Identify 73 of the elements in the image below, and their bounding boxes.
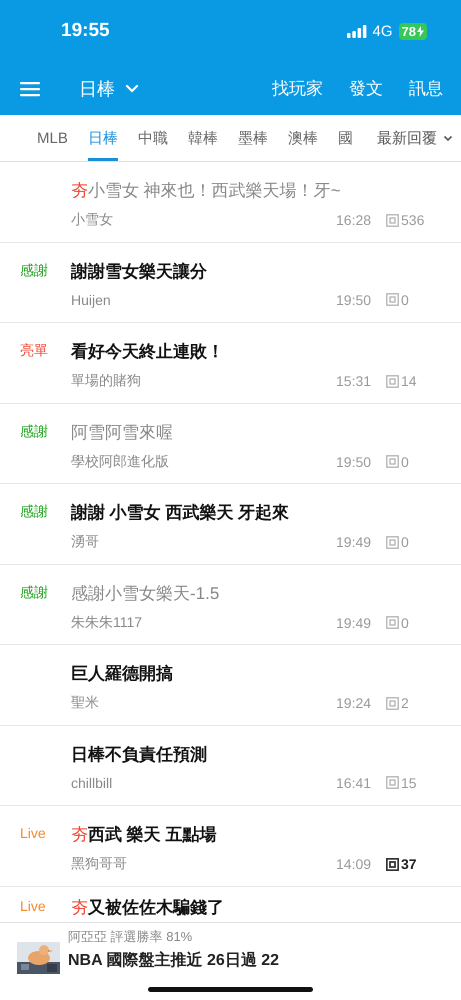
post-time: 16:41: [336, 774, 372, 790]
board-selector[interactable]: 日棒: [79, 76, 139, 100]
chevron-icon: [125, 84, 139, 93]
post-author: Huijen: [71, 292, 112, 308]
reply-count: 0: [401, 614, 409, 630]
nav-link[interactable]: 發文: [349, 77, 383, 100]
reply-icon: [386, 696, 399, 710]
post-author: 朱朱朱1117: [71, 614, 144, 632]
league-tab[interactable]: 韓棒: [188, 115, 218, 161]
post-tag: Live: [20, 825, 46, 841]
post-author: 小雪女: [71, 211, 114, 229]
post-title[interactable]: 阿雪阿雪來喔: [71, 420, 441, 444]
battery-indicator: 78: [398, 22, 427, 40]
network-label: 4G: [372, 22, 393, 40]
signal-icon: [346, 24, 367, 38]
league-tab[interactable]: 澳棒: [288, 115, 318, 161]
reply-count: 0: [401, 534, 409, 550]
chevron-icon: [443, 134, 453, 142]
post-tag: 亮單: [20, 342, 48, 360]
post-tag: Live: [20, 898, 46, 914]
reply-icon: [386, 374, 399, 388]
post-time: 19:49: [336, 614, 372, 630]
league-tab[interactable]: 國: [338, 115, 353, 161]
post-time: 19:50: [336, 454, 372, 470]
league-tab[interactable]: 中職: [138, 115, 168, 161]
reply-icon: [386, 293, 399, 306]
promo-title: NBA 國際盤主推近 26日過 22: [68, 950, 279, 970]
post-title[interactable]: 夯又被佐佐木騙錢了: [71, 896, 441, 918]
post-title[interactable]: 夯西武 樂天 五點場: [71, 823, 441, 846]
promo-subtitle: 阿亞亞 評選勝率 81%: [68, 928, 194, 946]
reply-icon: [386, 776, 399, 789]
reply-icon: [386, 455, 399, 468]
post-author: 黑狗哥哥: [71, 855, 128, 873]
reply-count: 2: [401, 695, 409, 711]
post-title[interactable]: 感謝小雪女樂天-1.5: [71, 582, 441, 604]
post-author: 湧哥: [71, 533, 100, 551]
reply-count: 0: [401, 292, 409, 308]
post-time: 19:24: [336, 695, 372, 711]
reply-count: 0: [401, 454, 409, 470]
post-author: chillbill: [71, 774, 114, 790]
post-title[interactable]: 謝謝 小雪女 西武樂天 牙起來: [71, 501, 441, 524]
post-author: 單場的賭狗: [71, 372, 142, 390]
post-tag: 感謝: [20, 584, 48, 602]
reply-count: 15: [401, 774, 417, 790]
reply-count: 37: [401, 856, 417, 872]
post-title[interactable]: 日棒不負責任預測: [71, 742, 441, 766]
league-tab[interactable]: 墨棒: [238, 115, 268, 161]
post-time: 19:49: [336, 534, 372, 550]
status-time: 19:55: [61, 20, 110, 42]
post-author: 學校阿郎進化版: [71, 452, 170, 470]
post-time: 14:09: [336, 856, 372, 872]
reply-icon: [386, 536, 399, 548]
nav-link[interactable]: 找玩家: [272, 77, 323, 100]
reply-icon: [386, 616, 399, 629]
reply-count: 536: [401, 212, 424, 228]
post-title[interactable]: 謝謝雪女樂天讓分: [71, 260, 441, 282]
league-tab[interactable]: 日棒: [88, 115, 118, 161]
post-title[interactable]: 夯小雪女 神來也！西武樂天場！牙~: [71, 179, 441, 202]
post-tag: 感謝: [20, 262, 48, 280]
post-tag: 感謝: [20, 503, 48, 521]
post-author: 聖米: [71, 694, 100, 712]
reply-icon: [386, 858, 399, 870]
nav-link[interactable]: 訊息: [409, 77, 443, 100]
post-title[interactable]: 看好今天終止連敗！: [71, 340, 441, 363]
reply-icon: [386, 214, 399, 226]
post-title[interactable]: 巨人羅德開搞: [71, 662, 441, 685]
post-time: 15:31: [336, 373, 372, 389]
post-time: 19:50: [336, 292, 372, 308]
post-tag: 感謝: [20, 422, 48, 440]
menu-icon[interactable]: [20, 80, 40, 96]
league-tab[interactable]: MLB: [37, 115, 68, 161]
reply-count: 14: [401, 373, 417, 389]
post-time: 16:28: [336, 212, 372, 228]
